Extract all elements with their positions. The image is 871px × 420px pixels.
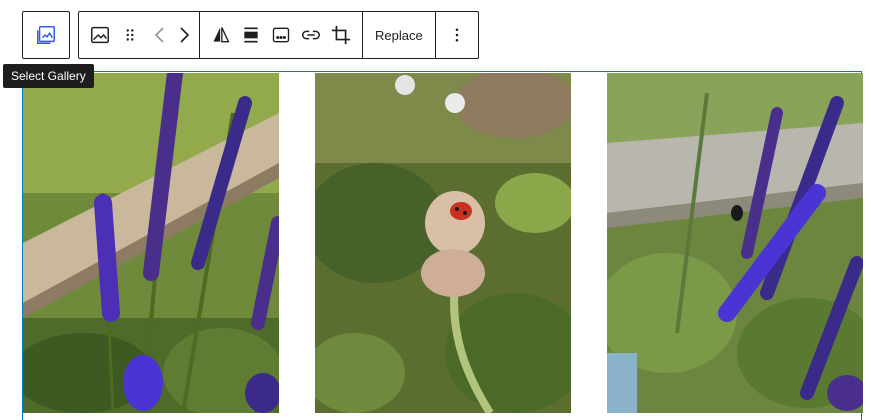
crop-icon (331, 25, 351, 45)
toolbar-group-more (436, 12, 478, 58)
gallery-image-3[interactable] (607, 73, 863, 413)
align-icon (244, 27, 258, 43)
chevron-right-icon (180, 27, 190, 43)
salvia-bee-photo (607, 73, 863, 413)
align-button[interactable] (236, 17, 266, 53)
drag-handle-icon (126, 29, 134, 41)
crop-button[interactable] (326, 17, 356, 53)
duotone-icon (213, 27, 230, 43)
gallery-image-1[interactable] (23, 73, 279, 413)
move-right-button[interactable] (175, 17, 193, 53)
chevron-left-icon (154, 27, 164, 43)
gallery-block[interactable] (22, 71, 863, 420)
image-block-button[interactable] (85, 17, 115, 53)
salvia-photo (23, 73, 279, 413)
image-icon (91, 26, 109, 44)
ladybug-photo (315, 73, 571, 413)
drag-handle-button[interactable] (115, 17, 145, 53)
gallery-icon (37, 26, 55, 44)
block-toolbar: Replace (22, 11, 479, 59)
link-icon (302, 30, 320, 40)
toolbar-group-block (79, 12, 200, 58)
gallery-image-2[interactable] (315, 73, 571, 413)
block-controls: Replace (78, 11, 479, 59)
caption-icon (272, 27, 290, 43)
caption-button[interactable] (266, 17, 296, 53)
select-parent-button[interactable] (28, 17, 64, 53)
more-vertical-icon (455, 28, 458, 42)
toolbar-group-style (200, 12, 363, 58)
toolbar-group-replace: Replace (363, 12, 436, 58)
editor-canvas: Replace Select Gallery (0, 0, 871, 420)
replace-button[interactable]: Replace (369, 17, 429, 53)
tooltip: Select Gallery (3, 64, 94, 88)
move-left-button[interactable] (145, 17, 175, 53)
options-button[interactable] (442, 17, 472, 53)
parent-block-selector (22, 11, 70, 59)
link-button[interactable] (296, 17, 326, 53)
duotone-button[interactable] (206, 17, 236, 53)
